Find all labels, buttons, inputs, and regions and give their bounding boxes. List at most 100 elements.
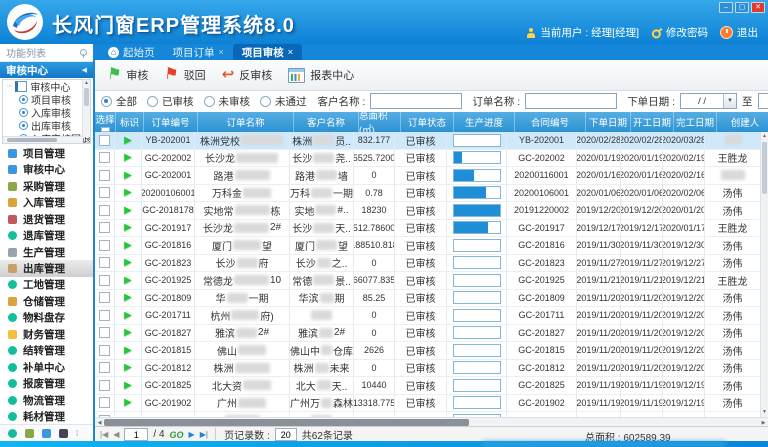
- sidebar-item-退货管理[interactable]: 退货管理: [0, 211, 93, 227]
- row-checkbox[interactable]: [99, 205, 110, 216]
- row-checkbox[interactable]: [99, 397, 110, 408]
- table-row[interactable]: ▶GC-201827雅滨2#雅滨2#0已审核GC-2018272019/11/2…: [95, 325, 768, 343]
- first-page-button[interactable]: |◀: [100, 430, 108, 439]
- select-all-checkbox[interactable]: [101, 127, 110, 132]
- tree-horizontal-scrollbar[interactable]: [3, 136, 83, 143]
- dot-green-icon[interactable]: [8, 429, 17, 438]
- page-number-input[interactable]: [124, 428, 148, 441]
- row-checkbox[interactable]: [99, 362, 110, 373]
- audit-center-panel-header[interactable]: 审核中心 ◀: [0, 62, 93, 78]
- tab-项目审核[interactable]: 项目审核×: [233, 44, 302, 60]
- tab-项目订单[interactable]: 项目订单×: [164, 44, 233, 60]
- column-header-订单状态[interactable]: 订单状态: [401, 112, 454, 132]
- column-header-合同编号[interactable]: 合同编号: [515, 112, 586, 132]
- 审核-button[interactable]: ⚑审核: [107, 67, 148, 83]
- scroll-left-icon[interactable]: ◀: [95, 420, 104, 426]
- sidebar-item-补单中心[interactable]: 补单中心: [0, 359, 93, 375]
- table-vertical-scrollbar[interactable]: ▲ ▼: [760, 132, 768, 417]
- scroll-down-icon[interactable]: ▼: [761, 408, 768, 417]
- scroll-thumb[interactable]: [84, 88, 89, 106]
- next-page-button[interactable]: ▶: [189, 430, 195, 439]
- 反审核-button[interactable]: ↩反审核: [222, 67, 273, 83]
- column-header-生产进度[interactable]: 生产进度: [454, 112, 515, 132]
- column-header-客户名称[interactable]: 客户名称: [294, 112, 359, 132]
- sidebar-item-物流管理[interactable]: 物流管理: [0, 392, 93, 408]
- order-name-input[interactable]: [525, 93, 617, 109]
- sidebar-item-财务管理[interactable]: 财务管理: [0, 326, 93, 342]
- sidebar-item-项目管理[interactable]: 项目管理: [0, 145, 93, 161]
- go-button[interactable]: GO: [170, 430, 184, 440]
- column-header-选择[interactable]: 选择: [95, 112, 116, 132]
- row-checkbox[interactable]: [99, 380, 110, 391]
- row-checkbox[interactable]: [99, 310, 110, 321]
- chevron-down-icon[interactable]: ▼: [723, 94, 736, 108]
- column-header-完工日期[interactable]: 完工日期: [674, 112, 717, 132]
- sidebar-item-审核中心[interactable]: 审核中心: [0, 161, 93, 177]
- order-date-from-picker[interactable]: / / ▼: [680, 93, 737, 109]
- table-row[interactable]: ▶GC-202001路港路港墙0已审核202001160012020/01/16…: [95, 167, 768, 185]
- sidebar-item-物料盘存[interactable]: 物料盘存: [0, 310, 93, 326]
- radio-全部[interactable]: [101, 96, 112, 107]
- order-date-to-picker[interactable]: / / ▼: [758, 93, 768, 109]
- row-checkbox[interactable]: [99, 275, 110, 286]
- sidebar-item-结转管理[interactable]: 结转管理: [0, 343, 93, 359]
- sidebar-item-报废管理[interactable]: 报废管理: [0, 376, 93, 392]
- scroll-up-icon[interactable]: ▲: [761, 132, 768, 141]
- column-header-创建人[interactable]: 创建人: [717, 112, 768, 132]
- table-row[interactable]: ▶GC-201925常德龙10常德景..266077.835..已审核GC-20…: [95, 272, 768, 290]
- column-header-订单编号[interactable]: 订单编号: [144, 112, 198, 132]
- table-row[interactable]: ▶GC-2018178实地常栋实地#..18230已审核201912200022…: [95, 202, 768, 220]
- scroll-right-icon[interactable]: ▶: [759, 420, 768, 426]
- sidebar-item-生产管理[interactable]: 生产管理: [0, 244, 93, 260]
- table-row[interactable]: ▶GC-202002长沙龙长沙尧..65525.7200..已审核GC-2020…: [95, 150, 768, 168]
- maximize-button[interactable]: ▢: [735, 2, 749, 13]
- prev-page-button[interactable]: ◀: [113, 430, 119, 439]
- sidebar-item-采购管理[interactable]: 采购管理: [0, 178, 93, 194]
- row-checkbox[interactable]: [99, 240, 110, 251]
- close-button[interactable]: ✕: [751, 2, 765, 13]
- table-row[interactable]: ▶GC-201812株洲株洲未来0已审核GC-2018122019/11/202…: [95, 360, 768, 378]
- table-row[interactable]: ▶GC-201825北大资北大天..10440已审核GC-2018252019/…: [95, 377, 768, 395]
- scroll-thumb[interactable]: [762, 142, 767, 194]
- more-dots-icon[interactable]: ⁞: [76, 429, 85, 438]
- close-tab-icon[interactable]: ×: [288, 47, 293, 57]
- table-row[interactable]: ▶GC-201816厦门望厦门望188510.818已审核GC-20181620…: [95, 237, 768, 255]
- column-header-总面积(㎡)[interactable]: 总面积(㎡): [359, 112, 401, 132]
- minimize-button[interactable]: ‒: [719, 2, 733, 13]
- doc-blue-icon[interactable]: [42, 429, 51, 438]
- pin-icon[interactable]: [79, 49, 87, 57]
- table-row[interactable]: ▶GC-201809华一期华滨期85.25已审核GC-2018092019/11…: [95, 290, 768, 308]
- row-checkbox[interactable]: [99, 170, 110, 181]
- row-checkbox[interactable]: [99, 257, 110, 268]
- scroll-up-icon[interactable]: ▲: [83, 80, 90, 87]
- tree-expander-icon[interactable]: ┄: [7, 81, 12, 92]
- sidebar-item-耗材管理[interactable]: 耗材管理: [0, 409, 93, 425]
- row-checkbox[interactable]: [99, 292, 110, 303]
- tab-起始页[interactable]: ⌂起始页: [99, 44, 164, 60]
- column-header-开工日期[interactable]: 开工日期: [631, 112, 674, 132]
- column-header-标识[interactable]: 标识: [116, 112, 144, 132]
- table-row[interactable]: ▶YB-202001株洲党校株洲员..832.177已审核YB-20200120…: [95, 132, 768, 150]
- cart-icon[interactable]: [25, 429, 34, 438]
- table-row[interactable]: ▶20200106001万科金万科一期0.78已审核20200106001202…: [95, 185, 768, 203]
- radio-未通过[interactable]: [260, 96, 271, 107]
- scroll-thumb[interactable]: [7, 138, 57, 142]
- sidebar-item-退库管理[interactable]: 退库管理: [0, 227, 93, 243]
- table-row[interactable]: ▶GC-201823长沙府长沙之..0已审核GC-2018232019/11/2…: [95, 255, 768, 273]
- change-password-button[interactable]: 修改密码: [651, 25, 708, 40]
- table-row[interactable]: ▶GC-201815佛山佛山中仓库2626已审核GC-2018152019/11…: [95, 342, 768, 360]
- row-checkbox[interactable]: [99, 327, 110, 338]
- sidebar-item-出库管理[interactable]: 出库管理: [0, 260, 93, 276]
- 报表中心-button[interactable]: 报表中心: [288, 67, 354, 83]
- row-checkbox[interactable]: [99, 187, 110, 198]
- book-dark-icon[interactable]: [59, 429, 68, 438]
- sidebar-item-工地管理[interactable]: 工地管理: [0, 277, 93, 293]
- row-checkbox[interactable]: [99, 152, 110, 163]
- 驳回-button[interactable]: ⚑驳回: [164, 67, 205, 83]
- column-header-订单名称[interactable]: 订单名称: [198, 112, 294, 132]
- row-checkbox[interactable]: [99, 345, 110, 356]
- row-checkbox[interactable]: [99, 222, 110, 233]
- table-row[interactable]: ▶GC-201917长沙龙2#长沙天..8512.78600..已审核GC-20…: [95, 220, 768, 238]
- logout-button[interactable]: 退出: [720, 25, 758, 40]
- row-checkbox[interactable]: [99, 135, 110, 146]
